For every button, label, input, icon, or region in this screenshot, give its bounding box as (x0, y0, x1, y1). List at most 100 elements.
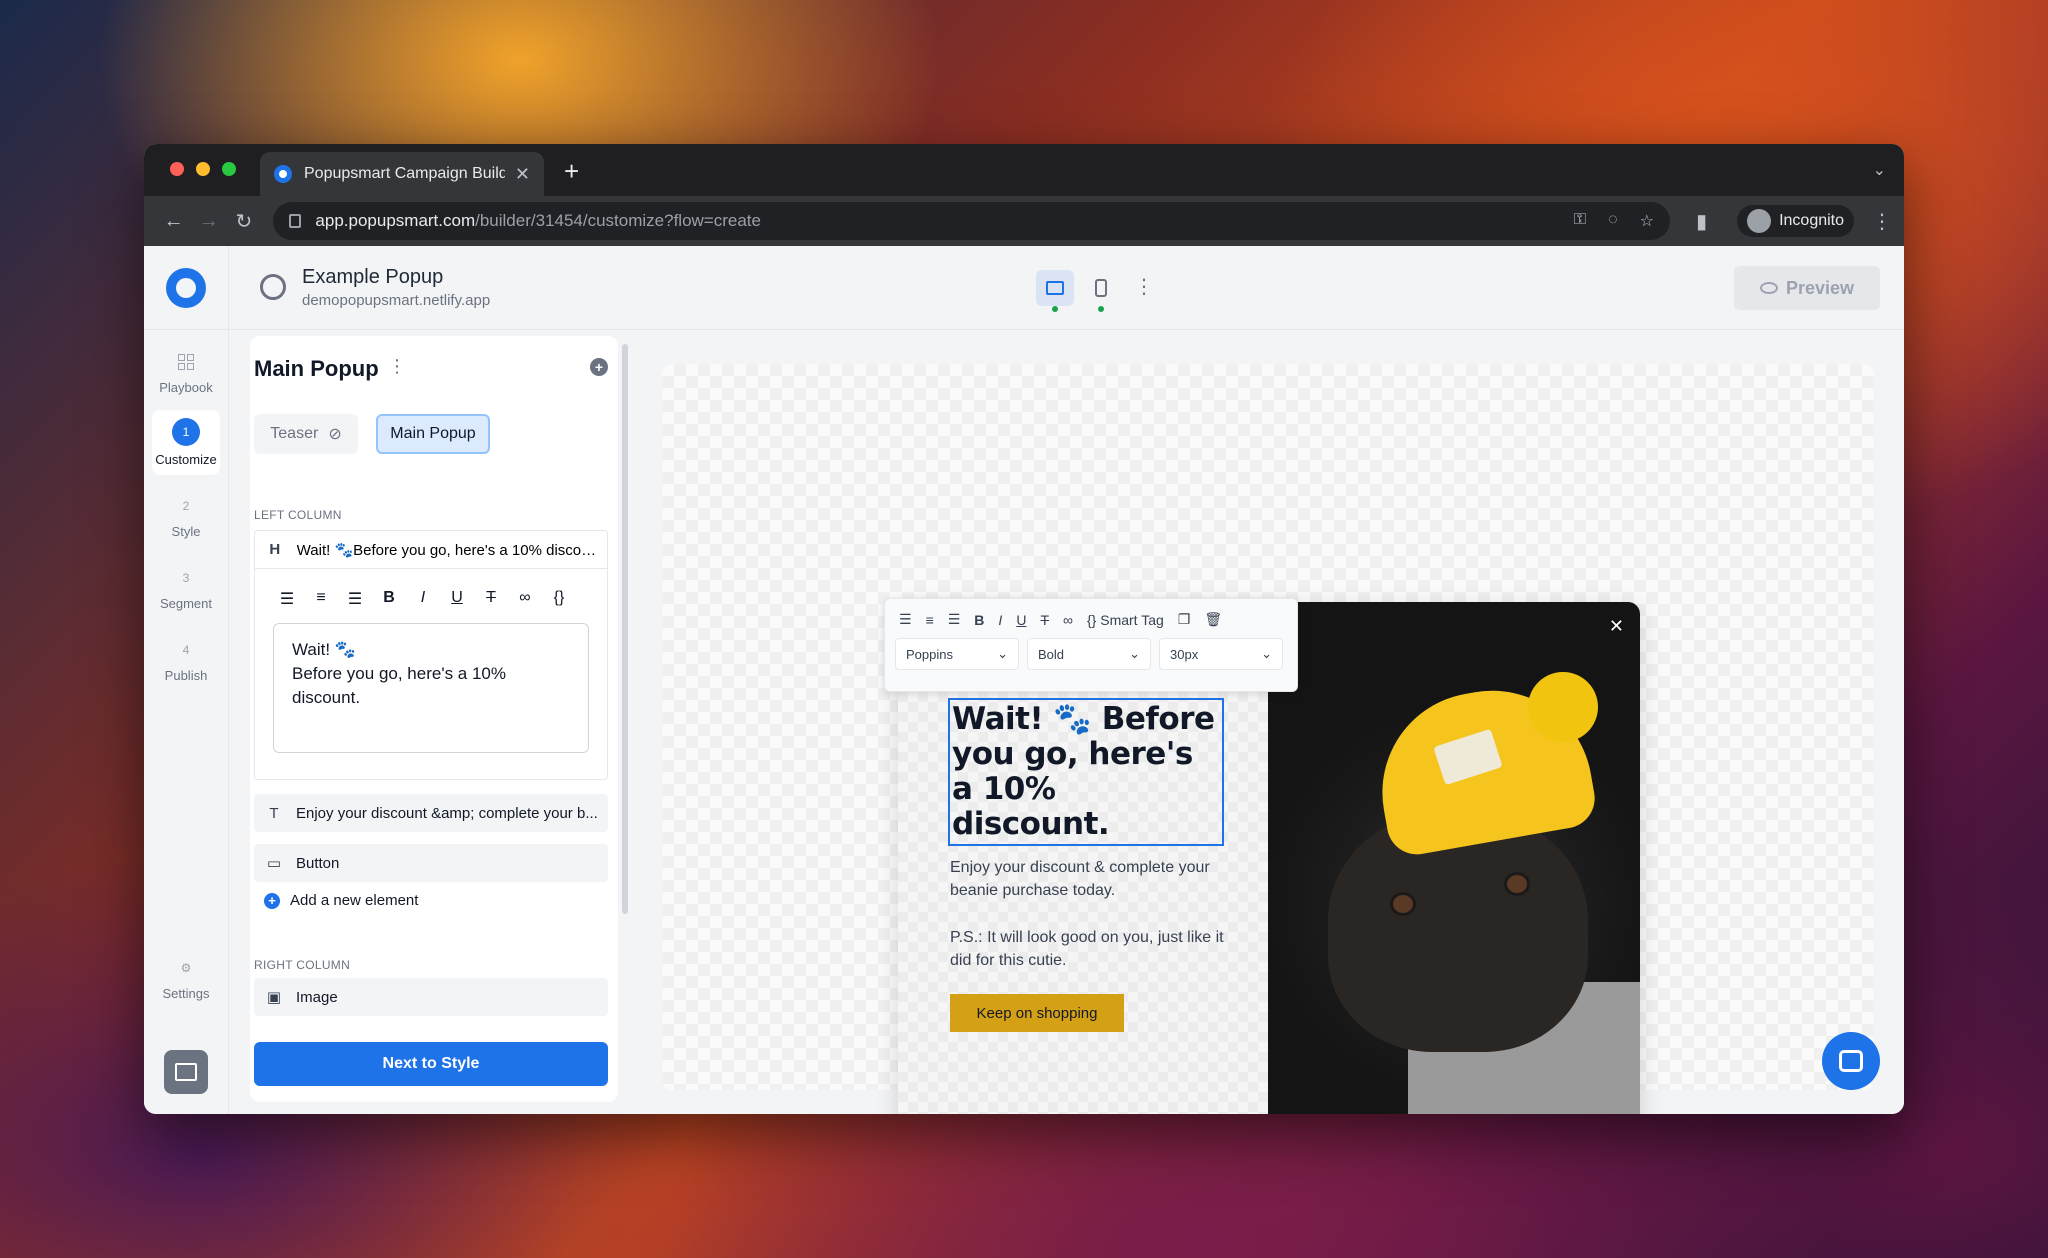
underline-icon[interactable]: U (1016, 612, 1026, 628)
eye-off-icon[interactable]: ⊘ (328, 424, 341, 444)
panel-options-icon[interactable]: ⋮ (388, 356, 406, 377)
nav-step-customize[interactable]: 1 Customize (152, 410, 220, 475)
add-element-button[interactable]: + Add a new element (264, 892, 418, 909)
step-number-badge: 3 (182, 571, 190, 585)
eye-off-icon[interactable]: ◌ (1608, 211, 1618, 231)
mobile-view-button[interactable] (1082, 270, 1120, 312)
maximize-window-button[interactable] (222, 162, 236, 176)
underline-icon[interactable]: U (449, 589, 465, 609)
text-line: Before you go, here's a 10% discount. (292, 664, 506, 707)
nav-settings-label: Settings (162, 986, 210, 1001)
font-weight-select[interactable]: Bold ⌄ (1027, 638, 1151, 670)
browser-toolbar: ← → ↻ app.popupsmart.com/builder/31454/c… (144, 196, 1904, 246)
close-window-button[interactable] (170, 162, 184, 176)
popupsmart-logo[interactable] (166, 268, 206, 308)
text-element-row[interactable]: T Enjoy your discount &amp; complete you… (254, 794, 608, 832)
status-dot (1052, 306, 1058, 312)
browser-tab[interactable]: Popupsmart Campaign Builder ✕ (260, 152, 544, 196)
copy-icon[interactable]: ❐ (1178, 611, 1191, 628)
grid-icon (178, 354, 194, 370)
browser-menu-icon[interactable]: ⋮ (1872, 209, 1892, 234)
trash-icon[interactable]: 🗑 (1204, 611, 1222, 628)
italic-icon[interactable]: I (415, 589, 431, 609)
address-bar[interactable]: app.popupsmart.com/builder/31454/customi… (273, 202, 1670, 240)
campaign-name[interactable]: Example Popup (302, 266, 443, 289)
heading-text-editor[interactable]: Wait! 🐾 Before you go, here's a 10% disc… (273, 623, 589, 753)
align-left-icon[interactable]: ☰ (899, 611, 912, 628)
keep-shopping-button[interactable]: Keep on shopping (950, 994, 1124, 1032)
support-chat-button[interactable] (1822, 1032, 1880, 1090)
italic-icon[interactable]: I (998, 612, 1002, 628)
heading-element-row[interactable]: H Wait! 🐾Before you go, here's a 10% dis… (255, 531, 607, 569)
nav-step-label: Publish (164, 668, 208, 683)
font-family-select[interactable]: Poppins ⌄ (895, 638, 1019, 670)
desktop-view-button[interactable] (1036, 270, 1074, 312)
nav-step-label: Style (171, 524, 201, 539)
link-icon[interactable]: ∞ (517, 589, 533, 609)
nav-step-style[interactable]: 2 Style (152, 494, 220, 539)
element-editor-panel: Main Popup ⋮ + Teaser ⊘ Main Popup LEFT … (250, 336, 628, 1102)
mobile-icon (1095, 279, 1107, 297)
gear-icon: ⚙ (180, 961, 192, 975)
add-step-icon[interactable]: + (590, 358, 608, 376)
popup-ps-text[interactable]: P.S.: It will look good on you, just lik… (950, 926, 1240, 972)
nav-step-publish[interactable]: 4 Publish (152, 638, 220, 683)
bold-icon[interactable]: B (974, 612, 984, 628)
align-center-icon[interactable]: ≡ (313, 589, 329, 609)
main-popup-tab[interactable]: Main Popup (376, 414, 490, 454)
popup-headline[interactable]: Wait! 🐾 Before you go, here's a 10% disc… (948, 698, 1224, 846)
minimize-window-button[interactable] (196, 162, 210, 176)
nav-settings[interactable]: ⚙ Settings (152, 956, 220, 1001)
chevron-down-icon: ⌄ (1261, 646, 1272, 661)
strikethrough-icon[interactable]: T (1040, 612, 1049, 628)
preview-button[interactable]: Preview (1734, 266, 1880, 310)
briefcase-icon[interactable] (164, 1050, 208, 1094)
eye-icon (1759, 282, 1778, 294)
popup-image[interactable]: ✕ (1268, 602, 1640, 1114)
align-left-icon[interactable]: ☰ (279, 589, 295, 609)
preview-label: Preview (1785, 277, 1855, 298)
forward-arrow-icon[interactable]: → (191, 210, 226, 233)
chevron-down-icon: ⌄ (1129, 646, 1140, 661)
text-line: Wait! 🐾 (292, 640, 356, 659)
smart-tag-icon[interactable]: {} (551, 589, 567, 609)
new-tab-icon[interactable]: + (564, 156, 579, 187)
image-eye-shape (1390, 892, 1416, 916)
nav-playbook[interactable]: Playbook (152, 354, 220, 395)
nav-step-segment[interactable]: 3 Segment (152, 566, 220, 611)
floating-text-toolbar: ☰ ≡ ☰ B I U T ∞ {} Smart Tag ❐ 🗑 Poppins… (884, 598, 1298, 692)
step-number-badge: 2 (182, 499, 190, 513)
star-icon[interactable]: ☆ (1640, 211, 1654, 231)
smart-tag-button[interactable]: {} Smart Tag (1087, 612, 1164, 628)
bold-icon[interactable]: B (381, 589, 397, 609)
nav-step-label: Customize (155, 452, 217, 467)
format-row: ☰ ≡ ☰ B I U T ∞ {} Smart Tag ❐ 🗑 (885, 599, 1297, 628)
align-center-icon[interactable]: ≡ (926, 612, 934, 628)
step-number-badge: 4 (182, 643, 190, 657)
teaser-tab[interactable]: Teaser ⊘ (254, 414, 358, 454)
link-icon[interactable]: ∞ (1063, 612, 1073, 628)
image-element-row[interactable]: ▣ Image (254, 978, 608, 1016)
text-element-text: Enjoy your discount &amp; complete your … (296, 804, 598, 822)
sidepanel-icon[interactable]: ▮ (1684, 209, 1719, 234)
popup-close-icon[interactable]: ✕ (1609, 616, 1624, 637)
button-type-icon: ▭ (266, 855, 282, 872)
close-tab-icon[interactable]: ✕ (515, 164, 530, 185)
popup-body-text[interactable]: Enjoy your discount & complete your bean… (950, 856, 1240, 902)
align-right-icon[interactable]: ☰ (347, 589, 363, 609)
button-element-row[interactable]: ▭ Button (254, 844, 608, 882)
more-options-icon[interactable]: ⋮ (1134, 274, 1154, 299)
key-icon[interactable]: ⚿ (1574, 211, 1586, 231)
reload-icon[interactable]: ↻ (226, 209, 261, 234)
back-arrow-icon[interactable]: ← (156, 210, 191, 233)
next-to-style-button[interactable]: Next to Style (254, 1042, 608, 1086)
incognito-icon (1747, 209, 1772, 233)
panel-scrollbar[interactable] (622, 344, 628, 914)
tab-search-chevron-icon[interactable]: ⌄ (1873, 160, 1886, 180)
incognito-badge[interactable]: Incognito (1737, 205, 1855, 237)
step-sidebar: Playbook 1 Customize 2 Style 3 Segment 4… (144, 330, 228, 1114)
strikethrough-icon[interactable]: T (483, 589, 499, 609)
heading-element-editor: H Wait! 🐾Before you go, here's a 10% dis… (254, 530, 608, 780)
align-right-icon[interactable]: ☰ (948, 611, 961, 628)
font-size-select[interactable]: 30px ⌄ (1159, 638, 1283, 670)
